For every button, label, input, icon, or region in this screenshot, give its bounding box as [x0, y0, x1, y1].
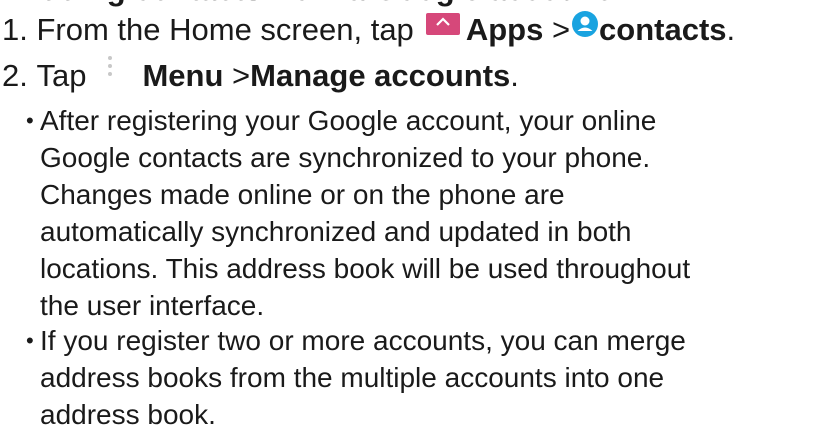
apps-label: Apps — [465, 12, 544, 47]
bullet-marker: • — [26, 108, 34, 133]
step-1: 1. From the Home screen, tap Apps > cont… — [2, 11, 736, 48]
bullet-line: Google contacts are synchronized to your… — [40, 142, 651, 173]
bullet-line: After registering your Google account, y… — [40, 105, 657, 136]
step-number: 1. — [2, 12, 28, 47]
step-text: From the Home screen, tap — [36, 12, 414, 47]
contacts-icon — [572, 11, 599, 37]
bullet-item: • If you register two or more accounts, … — [26, 322, 796, 433]
step-2: 2. Tap Menu > Manage accounts. — [2, 56, 519, 94]
partial-heading: Adding contacts from a Google account — [19, 0, 608, 8]
bullet-text: After registering your Google account, y… — [26, 102, 796, 324]
bullet-line: If you register two or more accounts, yo… — [40, 325, 686, 356]
manage-accounts-label: Manage accounts — [250, 58, 511, 93]
menu-label: Menu — [142, 58, 224, 93]
step-suffix: . — [510, 58, 519, 93]
contacts-label: contacts — [599, 12, 727, 47]
step-number: 2. — [2, 58, 28, 93]
bullet-line: address book. — [40, 399, 216, 430]
separator: > — [232, 58, 251, 93]
bullet-line: the user interface. — [40, 290, 265, 321]
bullet-line: address books from the multiple accounts… — [40, 362, 665, 393]
bullet-line: locations. This address book will be use… — [40, 253, 691, 284]
bullet-line: automatically synchronized and updated i… — [40, 216, 632, 247]
step-text: Tap — [36, 58, 87, 93]
bullet-line: Changes made online or on the phone are — [40, 179, 565, 210]
menu-icon — [106, 49, 114, 85]
step-suffix: . — [726, 12, 736, 47]
bullet-marker: • — [26, 328, 34, 353]
bullet-text: If you register two or more accounts, yo… — [26, 322, 796, 433]
bullet-item: • After registering your Google account,… — [26, 102, 796, 324]
apps-icon — [425, 13, 460, 35]
separator: > — [551, 12, 571, 47]
